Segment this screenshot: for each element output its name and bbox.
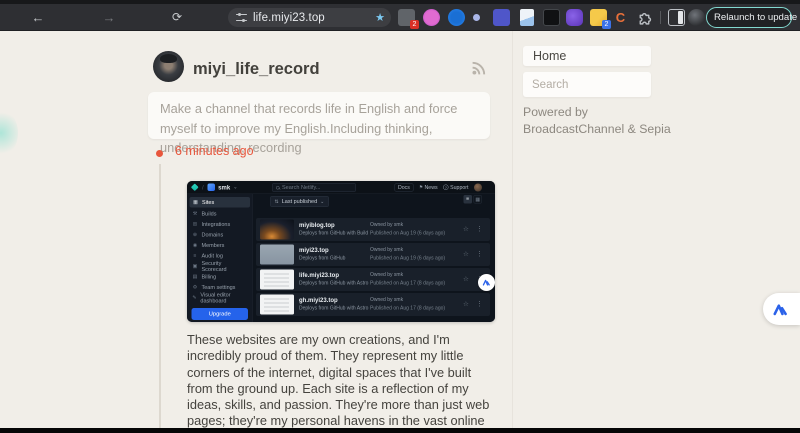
- support-link: ?Support: [443, 184, 468, 190]
- channel-title: miyi_life_record: [193, 60, 320, 79]
- monica-icon-in-image: [478, 274, 495, 291]
- extension-icon-1[interactable]: 2: [398, 9, 415, 26]
- address-bar[interactable]: life.miyi23.top ★: [228, 8, 391, 27]
- timeline-line: [159, 164, 161, 428]
- star-icon: ☆: [463, 275, 469, 283]
- extension-icon-9[interactable]: 2: [590, 9, 607, 26]
- news-link: ⚑News: [419, 184, 438, 190]
- post-image-dashboard-screenshot[interactable]: / smk ⌄ Search Netlify... Docs ⚑News ?Su…: [187, 181, 495, 322]
- netlify-logo-icon: [191, 183, 199, 191]
- rss-icon[interactable]: [471, 59, 488, 76]
- extension-icon-7[interactable]: [543, 9, 560, 26]
- team-name: smk: [218, 184, 230, 191]
- relaunch-to-update-button[interactable]: Relaunch to update ⋮: [706, 7, 792, 28]
- site-thumbnail: [260, 245, 294, 265]
- site-row: life.miyi23.top Deploys from GitHub with…: [256, 268, 490, 291]
- sidebar-divider: [512, 31, 513, 428]
- row-menu-icon: ⋮: [477, 250, 483, 257]
- sidebar-item-members: ◉Members: [187, 240, 253, 251]
- row-menu-icon: ⋮: [477, 300, 483, 307]
- back-button[interactable]: ←: [28, 7, 48, 27]
- star-icon: ☆: [463, 300, 469, 308]
- extension-icon-10[interactable]: C: [612, 9, 629, 26]
- grid-view-icon: ▦: [474, 195, 483, 204]
- extension-badge: 2: [410, 20, 419, 29]
- decorative-glow: [0, 109, 18, 157]
- bookmark-star-icon[interactable]: ★: [375, 11, 385, 24]
- question-icon: ?: [443, 185, 449, 191]
- extension-icon-6[interactable]: [520, 9, 534, 26]
- sidebar-home-link[interactable]: Home: [523, 46, 651, 66]
- sidebar-item-integrations: ⊞Integrations: [187, 219, 253, 230]
- sidebar-item-visual-editor: ✎Visual editor dashboard: [187, 293, 253, 304]
- timeline-dot: [156, 150, 163, 157]
- star-icon: ☆: [463, 225, 469, 233]
- sidebar-item-security-scorecard: ▣Security Scorecard: [187, 261, 253, 272]
- toolbar-separator: [660, 11, 661, 24]
- extensions-puzzle-icon[interactable]: [636, 9, 653, 26]
- sort-icon: ⇅: [275, 199, 279, 205]
- dashboard-topbar: / smk ⌄ Search Netlify... Docs ⚑News ?Su…: [187, 181, 495, 194]
- reload-button[interactable]: ⟳: [167, 7, 187, 27]
- site-row: gh.miyi23.top Deploys from GitHub with A…: [256, 293, 490, 316]
- url-text[interactable]: life.miyi23.top: [253, 12, 371, 24]
- upgrade-button: Upgrade: [192, 308, 249, 320]
- row-menu-icon: ⋮: [477, 225, 483, 232]
- monica-assistant-button[interactable]: [763, 293, 800, 325]
- monica-logo-icon: [772, 301, 789, 318]
- forward-button[interactable]: →: [99, 7, 119, 27]
- site-thumbnail: [260, 270, 294, 290]
- docs-link: Docs: [394, 183, 413, 191]
- extension-icon-4[interactable]: [473, 14, 480, 21]
- sort-dropdown: ⇅ Last published ⌄: [270, 196, 329, 207]
- browser-toolbar: ← → ⟳ life.miyi23.top ★ 2 2 C Relaunch t…: [0, 4, 800, 31]
- post-timestamp[interactable]: 6 minutes ago: [175, 144, 254, 158]
- site-thumbnail: [260, 295, 294, 315]
- view-toggles: ≡ ▦: [464, 195, 483, 204]
- side-panel-icon[interactable]: [668, 9, 685, 26]
- sidebar-search: [523, 72, 651, 97]
- dashboard-search-placeholder: Search Netlify...: [282, 185, 320, 191]
- sidebar-item-sites: ▦Sites: [190, 197, 251, 208]
- dashboard-sidebar: ▦Sites ⚒Builds ⊞Integrations ⊕Domains ◉M…: [187, 194, 253, 322]
- relaunch-label: Relaunch to update: [714, 12, 797, 23]
- browser-chrome: ← → ⟳ life.miyi23.top ★ 2 2 C Relaunch t…: [0, 0, 800, 31]
- window-bottom-edge: [0, 428, 800, 433]
- sidebar-item-builds: ⚒Builds: [187, 209, 253, 220]
- extension-icon-3[interactable]: [448, 9, 465, 26]
- dashboard-search: Search Netlify...: [272, 183, 356, 192]
- forward-icon: →: [103, 10, 116, 25]
- extension-icon-5[interactable]: [493, 9, 510, 26]
- channel-avatar[interactable]: [153, 51, 184, 82]
- extension-icon-2[interactable]: [423, 9, 440, 26]
- post-body-text: These websites are my own creations, and…: [187, 332, 494, 428]
- powered-by: Powered by BroadcastChannel & Sepia: [523, 104, 671, 137]
- back-icon: ←: [32, 10, 45, 25]
- flag-icon: ⚑: [419, 185, 423, 191]
- search-input[interactable]: [523, 72, 651, 97]
- reload-icon: ⟳: [172, 10, 182, 24]
- team-avatar: [208, 184, 216, 192]
- search-icon: [276, 186, 280, 190]
- star-icon: ☆: [463, 250, 469, 258]
- sidebar-item-billing: ▤Billing: [187, 272, 253, 283]
- tune-icon[interactable]: [236, 13, 247, 22]
- channel-description-card: Make a channel that records life in Engl…: [148, 92, 490, 139]
- chevron-down-icon: ⌄: [320, 199, 324, 205]
- sidebar-item-domains: ⊕Domains: [187, 230, 253, 241]
- extension-badge: 2: [602, 20, 611, 29]
- dashboard-user-avatar: [474, 183, 482, 191]
- web-page: miyi_life_record Make a channel that rec…: [0, 31, 800, 428]
- team-switcher-icon: ⌄: [233, 185, 237, 191]
- extension-icon-8[interactable]: [566, 9, 583, 26]
- site-row: miyi23.top Deploys from GitHub Owned by …: [256, 243, 490, 266]
- site-thumbnail: [260, 220, 294, 240]
- breadcrumb-slash: /: [202, 184, 204, 191]
- site-row: miyiblog.top Deploys from GitHub with Bu…: [256, 218, 490, 241]
- list-view-icon: ≡: [464, 195, 473, 204]
- profile-avatar[interactable]: [688, 9, 705, 26]
